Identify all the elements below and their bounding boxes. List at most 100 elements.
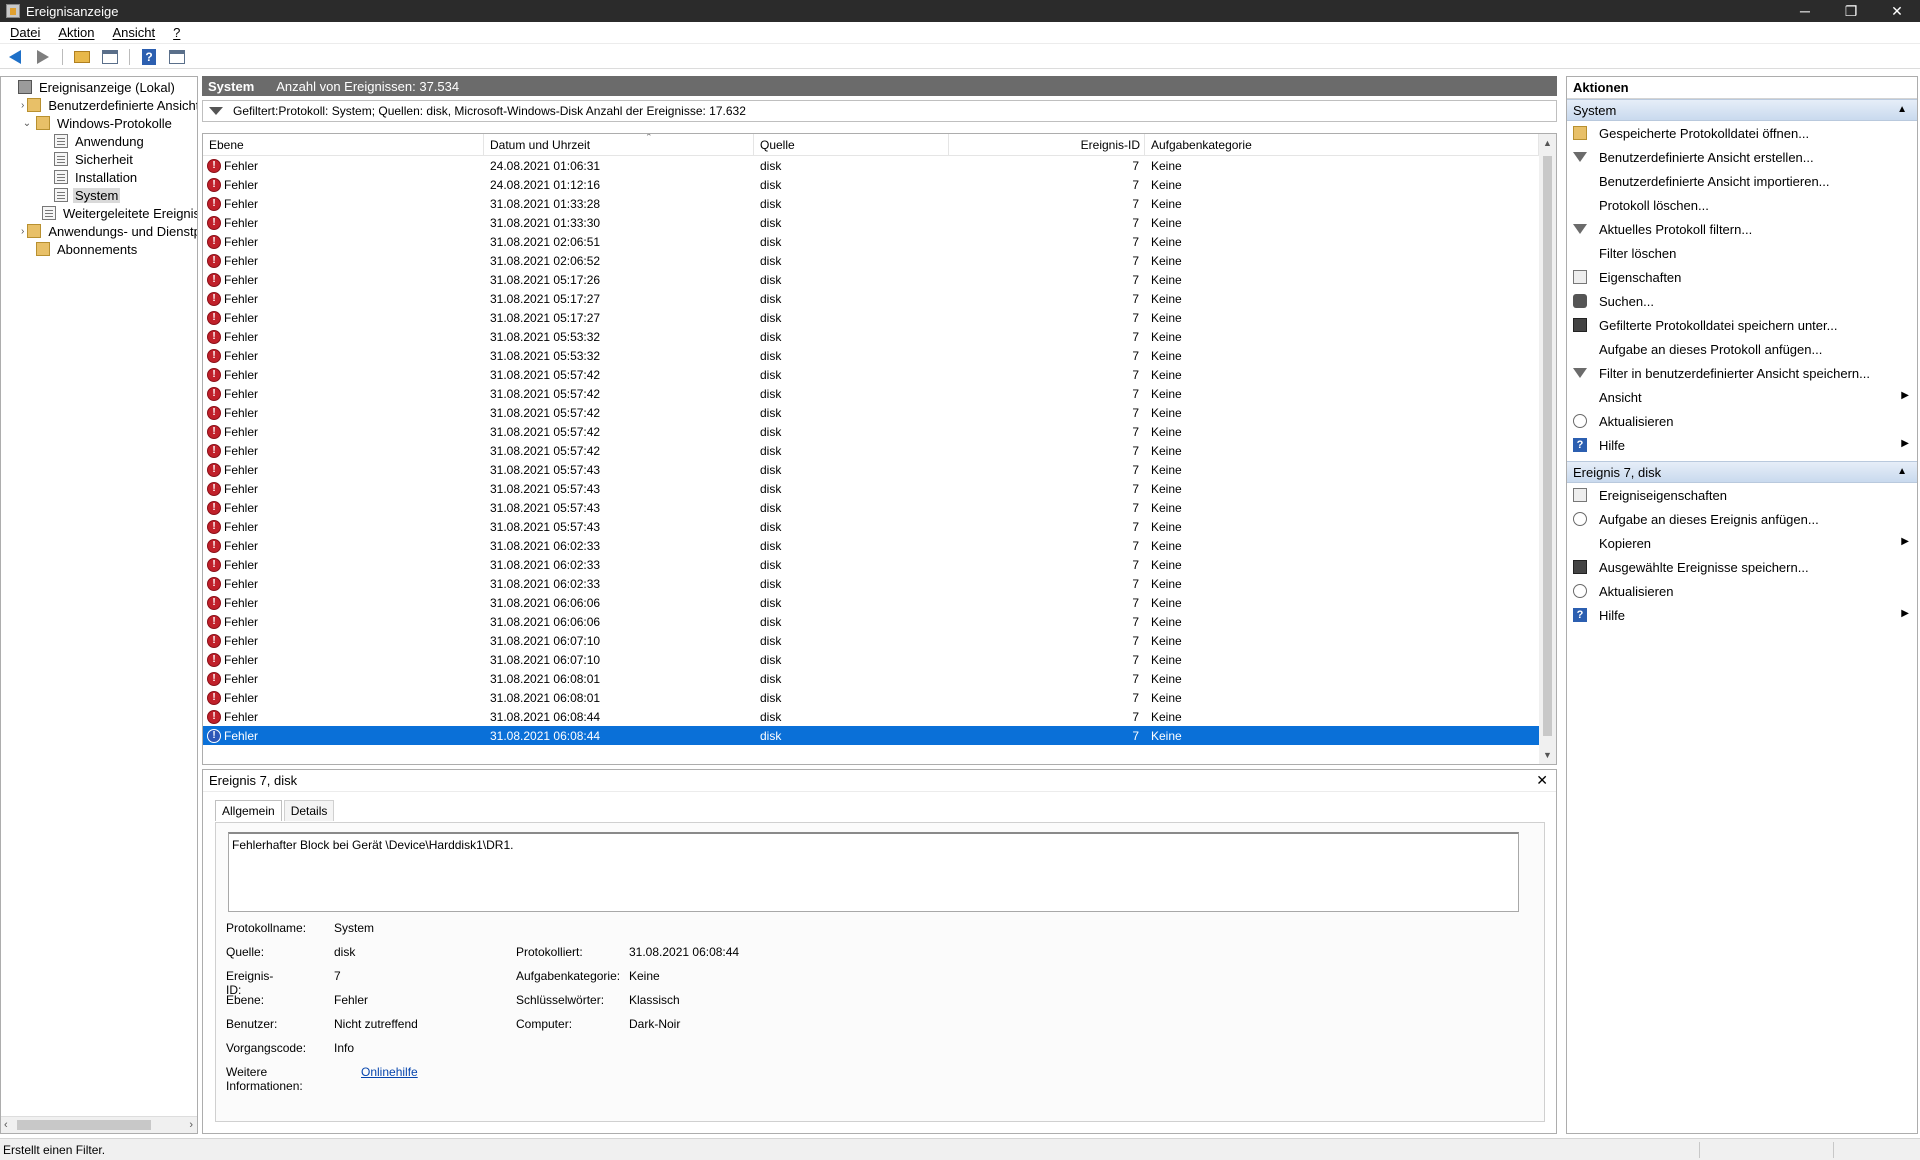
- action-item[interactable]: Ansicht ▶: [1567, 385, 1917, 409]
- table-row[interactable]: ! Fehler 31.08.2021 05:53:32 disk 7 Keine: [203, 327, 1539, 346]
- action-item[interactable]: Eigenschaften: [1567, 265, 1917, 289]
- table-row[interactable]: ! Fehler 31.08.2021 02:06:51 disk 7 Keine: [203, 232, 1539, 251]
- event-description[interactable]: Fehlerhafter Block bei Gerät \Device\Har…: [228, 832, 1519, 912]
- column-header-task-category[interactable]: Aufgabenkategorie: [1145, 134, 1539, 155]
- action-item[interactable]: Suchen...: [1567, 289, 1917, 313]
- collapse-icon[interactable]: ⌄: [21, 117, 33, 129]
- close-window-button[interactable]: ✕: [1874, 0, 1920, 22]
- table-row[interactable]: ! Fehler 31.08.2021 06:08:44 disk 7 Keine: [203, 726, 1539, 745]
- table-row[interactable]: ! Fehler 31.08.2021 05:17:27 disk 7 Keine: [203, 289, 1539, 308]
- help-button[interactable]: ?: [138, 47, 160, 67]
- tree-item[interactable]: Abonnements: [1, 240, 197, 258]
- table-row[interactable]: ! Fehler 31.08.2021 05:57:43 disk 7 Keine: [203, 479, 1539, 498]
- tree-item[interactable]: ⌄ Windows-Protokolle: [1, 114, 197, 132]
- action-item[interactable]: Ausgewählte Ereignisse speichern...: [1567, 555, 1917, 579]
- action-item[interactable]: Aktualisieren: [1567, 409, 1917, 433]
- column-header-level[interactable]: Ebene: [203, 134, 484, 155]
- show-action-pane-button[interactable]: [166, 47, 188, 67]
- table-row[interactable]: ! Fehler 31.08.2021 06:08:01 disk 7 Keine: [203, 688, 1539, 707]
- scroll-thumb[interactable]: [17, 1120, 151, 1130]
- actions-section-event[interactable]: Ereignis 7, disk ▲: [1567, 461, 1917, 483]
- expand-icon[interactable]: ›: [21, 99, 24, 111]
- tree-item[interactable]: Weitergeleitete Ereignisse: [1, 204, 197, 222]
- tree-item[interactable]: Installation: [1, 168, 197, 186]
- tree-item[interactable]: Anwendung: [1, 132, 197, 150]
- scroll-right-icon[interactable]: ›: [189, 1119, 193, 1131]
- table-row[interactable]: ! Fehler 31.08.2021 06:07:10 disk 7 Keine: [203, 650, 1539, 669]
- scroll-left-icon[interactable]: ‹: [4, 1119, 8, 1131]
- online-help-link[interactable]: Onlinehilfe: [361, 1065, 418, 1079]
- event-list-vertical-scrollbar[interactable]: ▲ ▼: [1539, 134, 1556, 764]
- tree-item[interactable]: › Benutzerdefinierte Ansichten: [1, 96, 197, 114]
- table-row[interactable]: ! Fehler 31.08.2021 05:57:42 disk 7 Keine: [203, 365, 1539, 384]
- table-row[interactable]: ! Fehler 31.08.2021 05:17:27 disk 7 Keine: [203, 308, 1539, 327]
- action-item[interactable]: Aktuelles Protokoll filtern...: [1567, 217, 1917, 241]
- table-row[interactable]: ! Fehler 31.08.2021 05:53:32 disk 7 Keine: [203, 346, 1539, 365]
- table-row[interactable]: ! Fehler 31.08.2021 01:33:28 disk 7 Keine: [203, 194, 1539, 213]
- table-row[interactable]: ! Fehler 31.08.2021 06:02:33 disk 7 Keine: [203, 536, 1539, 555]
- action-item[interactable]: Filter löschen: [1567, 241, 1917, 265]
- tree-item[interactable]: › Anwendungs- und Dienstprotokolle: [1, 222, 197, 240]
- expand-icon[interactable]: ›: [21, 225, 24, 237]
- table-row[interactable]: ! Fehler 31.08.2021 06:07:10 disk 7 Keine: [203, 631, 1539, 650]
- action-item[interactable]: Protokoll löschen...: [1567, 193, 1917, 217]
- table-row[interactable]: ! Fehler 31.08.2021 06:02:33 disk 7 Keine: [203, 574, 1539, 593]
- action-item[interactable]: ? Hilfe ▶: [1567, 603, 1917, 627]
- table-row[interactable]: ! Fehler 31.08.2021 06:02:33 disk 7 Keine: [203, 555, 1539, 574]
- action-item[interactable]: Aufgabe an dieses Ereignis anfügen...: [1567, 507, 1917, 531]
- action-item[interactable]: Gefilterte Protokolldatei speichern unte…: [1567, 313, 1917, 337]
- table-row[interactable]: ! Fehler 24.08.2021 01:12:16 disk 7 Keine: [203, 175, 1539, 194]
- action-item[interactable]: Aufgabe an dieses Protokoll anfügen...: [1567, 337, 1917, 361]
- close-detail-icon[interactable]: ✕: [1536, 772, 1548, 789]
- tab-details[interactable]: Details: [283, 800, 335, 821]
- collapse-icon[interactable]: ▲: [1897, 104, 1907, 115]
- column-header-event-id[interactable]: Ereignis-ID: [949, 134, 1145, 155]
- menu-help[interactable]: ?: [167, 25, 186, 40]
- table-row[interactable]: ! Fehler 31.08.2021 01:33:30 disk 7 Keine: [203, 213, 1539, 232]
- action-item[interactable]: Ereigniseigenschaften: [1567, 483, 1917, 507]
- table-row[interactable]: ! Fehler 31.08.2021 05:57:43 disk 7 Keine: [203, 498, 1539, 517]
- tab-allgemein[interactable]: Allgemein: [215, 800, 282, 821]
- action-item[interactable]: Benutzerdefinierte Ansicht erstellen...: [1567, 145, 1917, 169]
- tree-item[interactable]: System: [1, 186, 197, 204]
- show-hide-tree-button[interactable]: [99, 47, 121, 67]
- table-row[interactable]: ! Fehler 31.08.2021 05:57:42 disk 7 Keine: [203, 403, 1539, 422]
- forward-button[interactable]: [32, 47, 54, 67]
- tree-horizontal-scrollbar[interactable]: ‹ ›: [1, 1116, 197, 1133]
- action-item[interactable]: Filter in benutzerdefinierter Ansicht sp…: [1567, 361, 1917, 385]
- tree-item[interactable]: Sicherheit: [1, 150, 197, 168]
- column-header-source[interactable]: Quelle: [754, 134, 949, 155]
- column-header-date[interactable]: Datum und Uhrzeit: [484, 134, 754, 155]
- table-row[interactable]: ! Fehler 31.08.2021 06:08:44 disk 7 Keine: [203, 707, 1539, 726]
- back-button[interactable]: [4, 47, 26, 67]
- open-folder-button[interactable]: [71, 47, 93, 67]
- menu-datei[interactable]: Datei: [4, 25, 46, 40]
- restore-button[interactable]: ❐: [1828, 0, 1874, 22]
- table-row[interactable]: ! Fehler 31.08.2021 06:08:01 disk 7 Keine: [203, 669, 1539, 688]
- action-item[interactable]: Kopieren ▶: [1567, 531, 1917, 555]
- table-row[interactable]: ! Fehler 31.08.2021 05:17:26 disk 7 Keine: [203, 270, 1539, 289]
- table-row[interactable]: ! Fehler 31.08.2021 06:06:06 disk 7 Keine: [203, 593, 1539, 612]
- table-row[interactable]: ! Fehler 31.08.2021 05:57:42 disk 7 Keine: [203, 441, 1539, 460]
- table-row[interactable]: ! Fehler 31.08.2021 05:57:42 disk 7 Keine: [203, 422, 1539, 441]
- action-item[interactable]: Gespeicherte Protokolldatei öffnen...: [1567, 121, 1917, 145]
- collapse-icon[interactable]: ▲: [1897, 466, 1907, 477]
- action-item[interactable]: Aktualisieren: [1567, 579, 1917, 603]
- action-item[interactable]: ? Hilfe ▶: [1567, 433, 1917, 457]
- table-row[interactable]: ! Fehler 31.08.2021 06:06:06 disk 7 Keine: [203, 612, 1539, 631]
- tree-item[interactable]: Ereignisanzeige (Lokal): [1, 78, 197, 96]
- table-row[interactable]: ! Fehler 31.08.2021 05:57:43 disk 7 Keine: [203, 460, 1539, 479]
- action-item[interactable]: Benutzerdefinierte Ansicht importieren..…: [1567, 169, 1917, 193]
- table-row[interactable]: ! Fehler 31.08.2021 02:06:52 disk 7 Keine: [203, 251, 1539, 270]
- table-row[interactable]: ! Fehler 31.08.2021 05:57:43 disk 7 Keine: [203, 517, 1539, 536]
- log-icon: [54, 188, 68, 202]
- scroll-up-icon[interactable]: ▲: [1543, 138, 1552, 148]
- scroll-down-icon[interactable]: ▼: [1543, 750, 1552, 760]
- table-row[interactable]: ! Fehler 24.08.2021 01:06:31 disk 7 Keine: [203, 156, 1539, 175]
- table-row[interactable]: ! Fehler 31.08.2021 05:57:42 disk 7 Keine: [203, 384, 1539, 403]
- menu-aktion[interactable]: Aktion: [52, 25, 100, 40]
- minimize-button[interactable]: ─: [1782, 0, 1828, 22]
- actions-section-system[interactable]: System ▲: [1567, 99, 1917, 121]
- menu-ansicht[interactable]: Ansicht: [107, 25, 162, 40]
- scroll-thumb[interactable]: [1543, 156, 1552, 736]
